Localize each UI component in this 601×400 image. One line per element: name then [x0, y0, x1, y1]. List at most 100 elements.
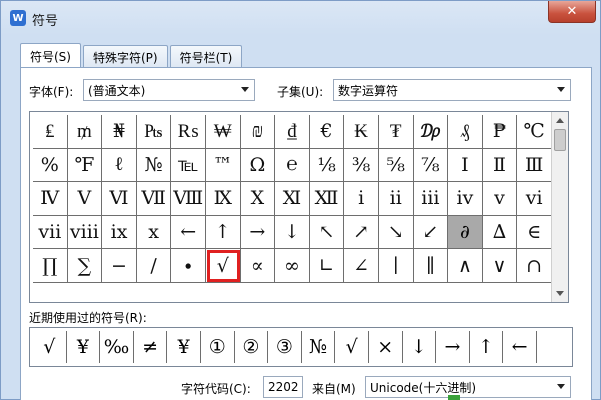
subset-select[interactable]: 数字运算符 [333, 79, 571, 101]
symbol-cell[interactable]: ∟ [309, 249, 345, 283]
recent-symbol-cell[interactable]: ③ [268, 331, 302, 363]
symbol-cell[interactable]: ↑ [205, 215, 241, 250]
recent-symbol-cell[interactable]: ¥ [67, 331, 101, 363]
symbol-cell[interactable]: ∨ [482, 249, 518, 283]
symbol-cell[interactable]: ⅴ [482, 182, 518, 216]
symbol-cell[interactable]: ₪ [240, 115, 276, 149]
recent-symbol-cell[interactable]: ① [201, 331, 235, 363]
tab-special-characters[interactable]: 特殊字符(P) [82, 45, 168, 68]
symbol-cell[interactable]: ↖ [309, 215, 345, 250]
close-button[interactable]: ✕ [548, 1, 596, 23]
symbol-cell[interactable]: ₨ [171, 115, 206, 149]
symbol-cell[interactable]: ₯ [413, 115, 449, 149]
tab-symbol-bar[interactable]: 符号栏(T) [169, 45, 243, 68]
symbol-cell[interactable]: ↗ [344, 215, 379, 250]
recent-symbol-cell[interactable]: № [302, 331, 336, 363]
symbol-cell[interactable]: ₱ [482, 115, 518, 149]
title-bar[interactable]: W 符号 ✕ [1, 1, 601, 35]
symbol-cell[interactable]: ↙ [413, 215, 449, 250]
symbol-cell[interactable]: Ⅳ [33, 182, 68, 216]
tab-symbols[interactable]: 符号(S) [20, 43, 81, 68]
recent-symbol-cell[interactable]: √ [33, 331, 67, 363]
symbol-cell[interactable]: ₧ [136, 115, 172, 149]
recent-symbol-cell[interactable]: → [436, 331, 470, 363]
symbol-cell[interactable]: ⅵ [517, 182, 552, 216]
symbol-cell[interactable]: Ω [240, 148, 276, 183]
recent-symbol-cell[interactable]: ‰ [100, 331, 134, 363]
symbol-cell[interactable]: Ⅵ [102, 182, 137, 216]
symbol-cell[interactable]: Ⅺ [275, 182, 310, 216]
symbol-cell[interactable]: Ⅸ [205, 182, 241, 216]
symbol-cell[interactable]: ∩ [517, 249, 552, 283]
symbol-cell[interactable]: € [309, 115, 345, 149]
recent-symbol-cell[interactable]: ↓ [403, 331, 437, 363]
symbol-cell[interactable]: √ [205, 249, 241, 283]
symbol-cell[interactable]: ⅞ [413, 148, 449, 183]
symbol-cell[interactable]: ⅹ [136, 215, 172, 250]
symbol-cell[interactable]: ⅜ [344, 148, 379, 183]
symbol-cell[interactable]: ⅶ [33, 215, 68, 250]
symbol-cell[interactable]: Ⅹ [240, 182, 276, 216]
symbol-cell[interactable]: ∏ [33, 249, 68, 283]
symbol-cell[interactable]: ℮ [275, 148, 310, 183]
recent-symbol-cell[interactable]: ≠ [134, 331, 168, 363]
symbol-cell[interactable]: % [33, 148, 68, 183]
symbol-cell[interactable]: ∧ [448, 249, 483, 283]
symbol-cell[interactable]: ™ [205, 148, 241, 183]
symbol-cell[interactable]: Ⅻ [309, 182, 345, 216]
symbol-cell[interactable]: ₥ [67, 115, 103, 149]
symbol-cell[interactable]: ₦ [102, 115, 137, 149]
symbol-cell[interactable]: ∙ [171, 249, 206, 283]
symbol-cell[interactable]: ⅝ [378, 148, 414, 183]
recent-symbol-cell[interactable]: × [369, 331, 403, 363]
symbol-cell[interactable]: ⅸ [102, 215, 137, 250]
symbol-cell[interactable]: ⅱ [378, 182, 414, 216]
symbol-cell[interactable]: ∠ [344, 249, 379, 283]
symbol-cell[interactable]: ₩ [205, 115, 241, 149]
symbol-grid-scrollbar[interactable] [551, 112, 568, 302]
symbol-cell[interactable]: ℉ [67, 148, 103, 183]
scroll-down-icon[interactable] [556, 291, 564, 296]
recent-symbol-cell[interactable]: ② [235, 331, 269, 363]
symbol-cell[interactable]: ∥ [413, 249, 449, 283]
encoding-select[interactable]: Unicode(十六进制) [365, 376, 571, 398]
symbol-cell[interactable]: − [102, 249, 137, 283]
symbol-cell[interactable]: ↘ [378, 215, 414, 250]
symbol-cell[interactable]: ⅳ [448, 182, 483, 216]
symbol-cell[interactable]: ∑ [67, 249, 103, 283]
symbol-cell[interactable]: ∞ [275, 249, 310, 283]
symbol-cell[interactable]: Ⅴ [67, 182, 103, 216]
recent-symbol-cell[interactable]: ↑ [470, 331, 504, 363]
symbol-cell[interactable]: ℡ [171, 148, 206, 183]
font-select[interactable]: (普通文本) [83, 79, 255, 101]
symbol-cell[interactable]: ↓ [275, 215, 310, 250]
recent-symbol-cell[interactable]: √ [335, 331, 369, 363]
symbol-cell[interactable]: → [240, 215, 276, 250]
symbol-cell[interactable]: ∈ [517, 215, 552, 250]
symbol-cell[interactable]: № [136, 148, 172, 183]
symbol-cell[interactable]: ⅷ [67, 215, 103, 250]
symbol-cell[interactable]: ₫ [275, 115, 310, 149]
symbol-cell[interactable]: ⅰ [344, 182, 379, 216]
symbol-cell[interactable]: ℃ [517, 115, 552, 149]
symbol-cell[interactable]: Ⅲ [517, 148, 552, 183]
char-code-input[interactable]: 2202 [263, 376, 303, 398]
symbol-cell[interactable]: Ⅰ [448, 148, 483, 183]
symbol-cell[interactable]: Ⅷ [171, 182, 206, 216]
recent-symbol-cell[interactable]: ¥ [167, 331, 201, 363]
symbol-cell[interactable]: ⅲ [413, 182, 449, 216]
symbol-cell[interactable]: ℓ [102, 148, 137, 183]
symbol-cell[interactable]: ₮ [378, 115, 414, 149]
symbol-cell[interactable]: ₰ [448, 115, 483, 149]
symbol-cell[interactable]: ← [171, 215, 206, 250]
symbol-cell[interactable]: ∕ [136, 249, 172, 283]
symbol-cell[interactable]: ⅛ [309, 148, 345, 183]
symbol-cell[interactable]: ∂ [448, 215, 483, 250]
symbol-cell[interactable]: ₭ [344, 115, 379, 149]
symbol-cell[interactable]: Ⅶ [136, 182, 172, 216]
symbol-cell[interactable]: Ⅱ [482, 148, 518, 183]
scroll-up-icon[interactable] [556, 118, 564, 123]
recent-symbol-cell[interactable]: ← [503, 331, 537, 363]
symbol-cell[interactable]: ₤ [33, 115, 68, 149]
symbol-cell[interactable]: ∆ [482, 215, 518, 250]
